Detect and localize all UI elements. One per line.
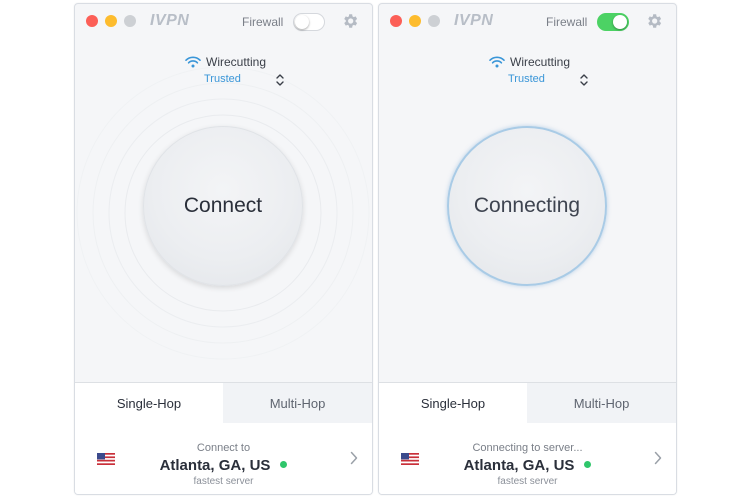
firewall-toggle[interactable] (597, 13, 629, 31)
server-city: Atlanta, GA, US (159, 457, 271, 474)
title-bar: IVPN Firewall (75, 4, 372, 40)
server-subtitle: fastest server (193, 476, 254, 487)
network-trust-status[interactable]: Trusted (508, 73, 545, 85)
zoom-window-button[interactable] (428, 15, 440, 27)
tab-single-hop[interactable]: Single-Hop (379, 383, 528, 423)
firewall-toggle[interactable] (293, 13, 325, 31)
server-selector[interactable]: Connecting to server... Atlanta, GA, US … (379, 423, 676, 494)
network-selector[interactable]: Wirecutting Trusted (75, 51, 372, 91)
chevron-right-icon[interactable] (350, 451, 358, 465)
gear-icon[interactable] (341, 12, 359, 30)
connect-button[interactable]: Connect (143, 126, 303, 286)
network-name: Wirecutting (510, 55, 571, 69)
updown-chevron-icon[interactable] (275, 73, 285, 87)
toggle-knob (613, 15, 627, 29)
hop-mode-tabs: Single-Hop Multi-Hop (379, 382, 676, 424)
zoom-window-button[interactable] (124, 15, 136, 27)
connect-button-label: Connect (183, 194, 263, 217)
close-window-button[interactable] (86, 15, 98, 27)
firewall-label: Firewall (242, 15, 284, 29)
network-name: Wirecutting (206, 55, 267, 69)
firewall-label: Firewall (546, 15, 588, 29)
wifi-icon (185, 56, 201, 68)
tab-multi-hop[interactable]: Multi-Hop (223, 383, 372, 423)
updown-chevron-icon[interactable] (579, 73, 589, 87)
connect-button[interactable]: Connecting (447, 126, 607, 286)
minimize-window-button[interactable] (105, 15, 117, 27)
tab-multi-hop[interactable]: Multi-Hop (527, 383, 676, 423)
vpn-window-connecting: IVPN Firewall Wirecutting Trusted Connec… (378, 3, 677, 495)
vpn-window-disconnected: IVPN Firewall Wirecutting Trusted Connec… (74, 3, 373, 495)
server-status-text: Connecting to server... (472, 442, 583, 454)
server-city: Atlanta, GA, US (463, 457, 575, 474)
server-status-text: Connect to (196, 442, 251, 454)
app-logo: IVPN (454, 12, 494, 29)
connect-button-label: Connecting (473, 194, 581, 217)
minimize-window-button[interactable] (409, 15, 421, 27)
wifi-icon (489, 56, 505, 68)
app-logo: IVPN (150, 12, 190, 29)
close-window-button[interactable] (390, 15, 402, 27)
server-location: Atlanta, GA, US (75, 457, 372, 474)
hop-mode-tabs: Single-Hop Multi-Hop (75, 382, 372, 424)
network-selector[interactable]: Wirecutting Trusted (379, 51, 676, 91)
chevron-right-icon[interactable] (654, 451, 662, 465)
server-online-indicator (584, 460, 592, 468)
server-selector[interactable]: Connect to Atlanta, GA, US fastest serve… (75, 423, 372, 494)
network-trust-status[interactable]: Trusted (204, 73, 241, 85)
title-bar: IVPN Firewall (379, 4, 676, 40)
server-subtitle: fastest server (497, 476, 558, 487)
gear-icon[interactable] (645, 12, 663, 30)
tab-single-hop[interactable]: Single-Hop (75, 383, 224, 423)
server-location: Atlanta, GA, US (379, 457, 676, 474)
toggle-knob (295, 15, 309, 29)
server-online-indicator (280, 460, 288, 468)
